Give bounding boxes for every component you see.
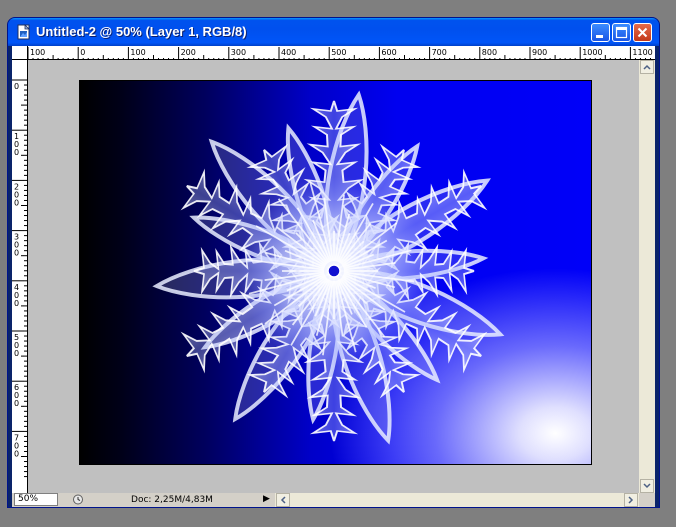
horizontal-scrollbar[interactable]	[275, 493, 639, 507]
ruler-label: 200	[14, 182, 19, 207]
ruler-label: 800	[482, 48, 497, 57]
status-bar: 50% Doc: 2,25M/4,83M ▶	[12, 493, 655, 507]
ruler-label: 500	[331, 48, 346, 57]
scroll-up-button[interactable]	[640, 60, 654, 74]
ruler-label: 700	[14, 433, 19, 458]
ruler-label: 100	[30, 48, 45, 57]
document-client-area: 100 0 100 200 300 400 500 600 700 800 900 1000 1100 …	[12, 46, 655, 507]
snowflake-artwork	[152, 90, 505, 445]
ruler-label: 900	[532, 48, 547, 57]
ruler-origin[interactable]	[12, 46, 28, 60]
chevron-left-icon	[280, 496, 286, 504]
close-icon	[637, 27, 648, 38]
image-canvas[interactable]	[79, 80, 592, 465]
desktop-background: Untitled-2 @ 50% (Layer 1, RGB/8) 100 0 10…	[0, 0, 676, 527]
title-bar[interactable]: Untitled-2 @ 50% (Layer 1, RGB/8)	[8, 18, 659, 46]
ruler-label: 1100	[632, 48, 652, 57]
status-menu-button[interactable]	[72, 493, 84, 506]
ruler-label: 500	[14, 333, 19, 358]
ruler-label: 100	[130, 48, 145, 57]
scroll-down-button[interactable]	[640, 479, 654, 493]
document-size-info: Doc: 2,25M/4,83M	[131, 495, 213, 505]
ruler-label: 300	[14, 233, 19, 258]
photoshop-document-icon	[17, 24, 30, 40]
clock-icon	[73, 494, 83, 505]
ruler-label: 300	[231, 48, 246, 57]
ruler-label: 400	[281, 48, 296, 57]
ruler-label: 200	[181, 48, 196, 57]
ruler-label: 400	[14, 283, 19, 308]
document-window: Untitled-2 @ 50% (Layer 1, RGB/8) 100 0 10…	[8, 18, 659, 507]
scroll-right-button[interactable]	[624, 493, 638, 507]
scroll-left-button[interactable]	[276, 493, 290, 507]
vertical-ruler[interactable]: 0 100 200 300 400 500 600 700	[12, 60, 28, 493]
zoom-level-field[interactable]: 50%	[14, 493, 58, 506]
minimize-button[interactable]	[591, 23, 610, 42]
close-button[interactable]	[633, 23, 652, 42]
vertical-scrollbar[interactable]	[639, 60, 655, 493]
window-title: Untitled-2 @ 50% (Layer 1, RGB/8)	[36, 24, 247, 39]
canvas-workspace[interactable]	[28, 60, 639, 493]
status-options-arrow[interactable]: ▶	[263, 493, 273, 506]
horizontal-ruler-ticks: 100 0 100 200 300 400 500 600 700 800 900 1000 1100	[28, 47, 653, 59]
minimize-icon	[596, 35, 603, 38]
maximize-icon	[615, 26, 628, 39]
horizontal-ruler[interactable]: 100 0 100 200 300 400 500 600 700 800 900 1000 1100	[28, 46, 655, 60]
ruler-label: 600	[381, 48, 396, 57]
chevron-up-icon	[643, 64, 651, 70]
ruler-label: 700	[432, 48, 447, 57]
chevron-right-icon	[628, 496, 634, 504]
ruler-label: 0	[80, 48, 85, 57]
chevron-down-icon	[643, 483, 651, 489]
ruler-label: 100	[14, 132, 19, 157]
maximize-button[interactable]	[612, 23, 631, 42]
ruler-label: 1000	[582, 48, 602, 57]
ruler-label: 600	[14, 383, 19, 408]
ruler-label: 0	[14, 82, 19, 91]
vertical-ruler-ticks: 0 1 0 0 2 0 0 3 0 0 4 0 0 5 0 0 6 0 0 7 0 0	[12, 79, 27, 478]
